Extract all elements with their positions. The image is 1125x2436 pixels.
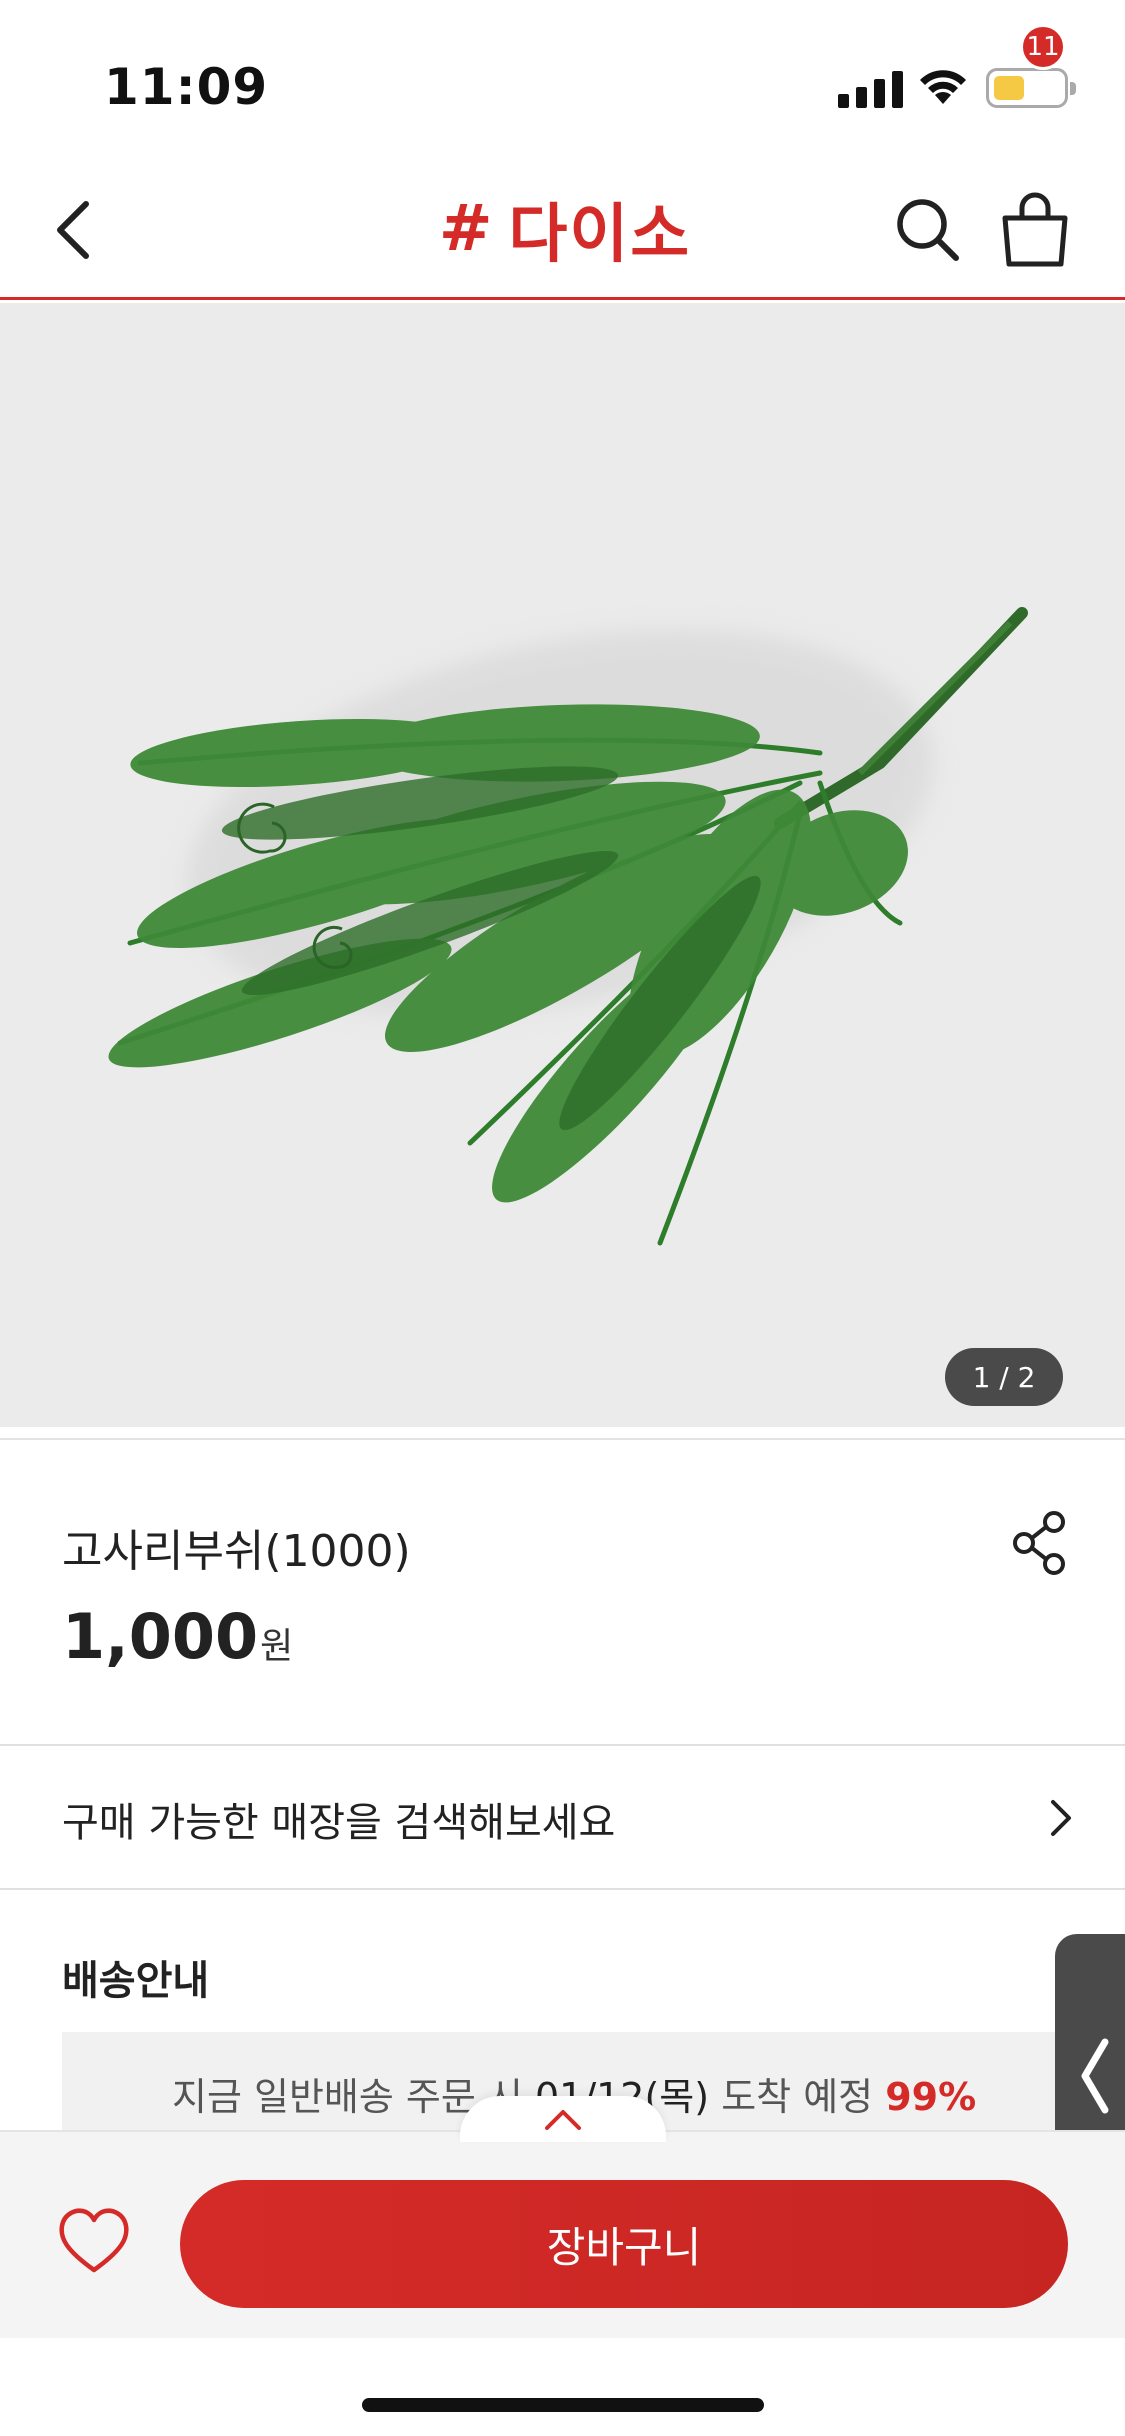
top-nav-bar: # 다이소 [0, 160, 1125, 300]
chevron-left-icon [57, 201, 89, 259]
home-indicator [0, 2338, 1125, 2436]
product-price: 1,000 원 [62, 1600, 293, 1673]
collapse-toggle[interactable] [460, 2096, 666, 2142]
product-image[interactable] [0, 303, 1125, 1427]
daiso-logo[interactable]: # 다이소 [420, 184, 710, 274]
home-indicator-bar[interactable] [362, 2398, 764, 2412]
fern-bush-image [108, 607, 1028, 1246]
wifi-icon [920, 70, 966, 104]
chevron-left-icon [1081, 2038, 1109, 2114]
status-bar: 11:09 [0, 0, 1125, 160]
wishlist-button[interactable] [56, 2206, 132, 2276]
share-icon [1013, 1511, 1065, 1575]
cart-count-badge: 11 [1020, 24, 1066, 70]
logo-text: 다이소 [508, 198, 692, 272]
divider [0, 1438, 1125, 1440]
back-button[interactable] [48, 190, 108, 270]
battery-icon [986, 68, 1076, 108]
logo-hash: # [438, 192, 495, 266]
shipping-title: 배송안내 [62, 1958, 210, 2004]
chevron-right-icon [1051, 1800, 1071, 1836]
chevron-up-icon [545, 2110, 581, 2130]
heart-icon [59, 2208, 129, 2273]
status-time: 11:09 [104, 58, 269, 116]
divider [0, 1888, 1125, 1890]
store-search-label: 구매 가능한 매장을 검색해보세요 [62, 1800, 616, 1846]
search-icon [897, 199, 959, 261]
search-button[interactable] [888, 190, 968, 270]
image-counter: 1 / 2 [945, 1348, 1063, 1406]
shopping-bag-icon [1002, 192, 1068, 267]
cart-button[interactable] [995, 186, 1075, 272]
share-button[interactable] [1010, 1510, 1070, 1576]
cellular-signal-icon [838, 70, 903, 108]
price-unit: 원 [260, 1626, 294, 1667]
product-name: 고사리부쉬(1000) [62, 1526, 411, 1577]
store-search-row[interactable]: 구매 가능한 매장을 검색해보세요 [0, 1746, 1125, 1888]
price-amount: 1,000 [62, 1600, 259, 1673]
add-to-cart-button[interactable]: 장바구니 [180, 2180, 1068, 2308]
